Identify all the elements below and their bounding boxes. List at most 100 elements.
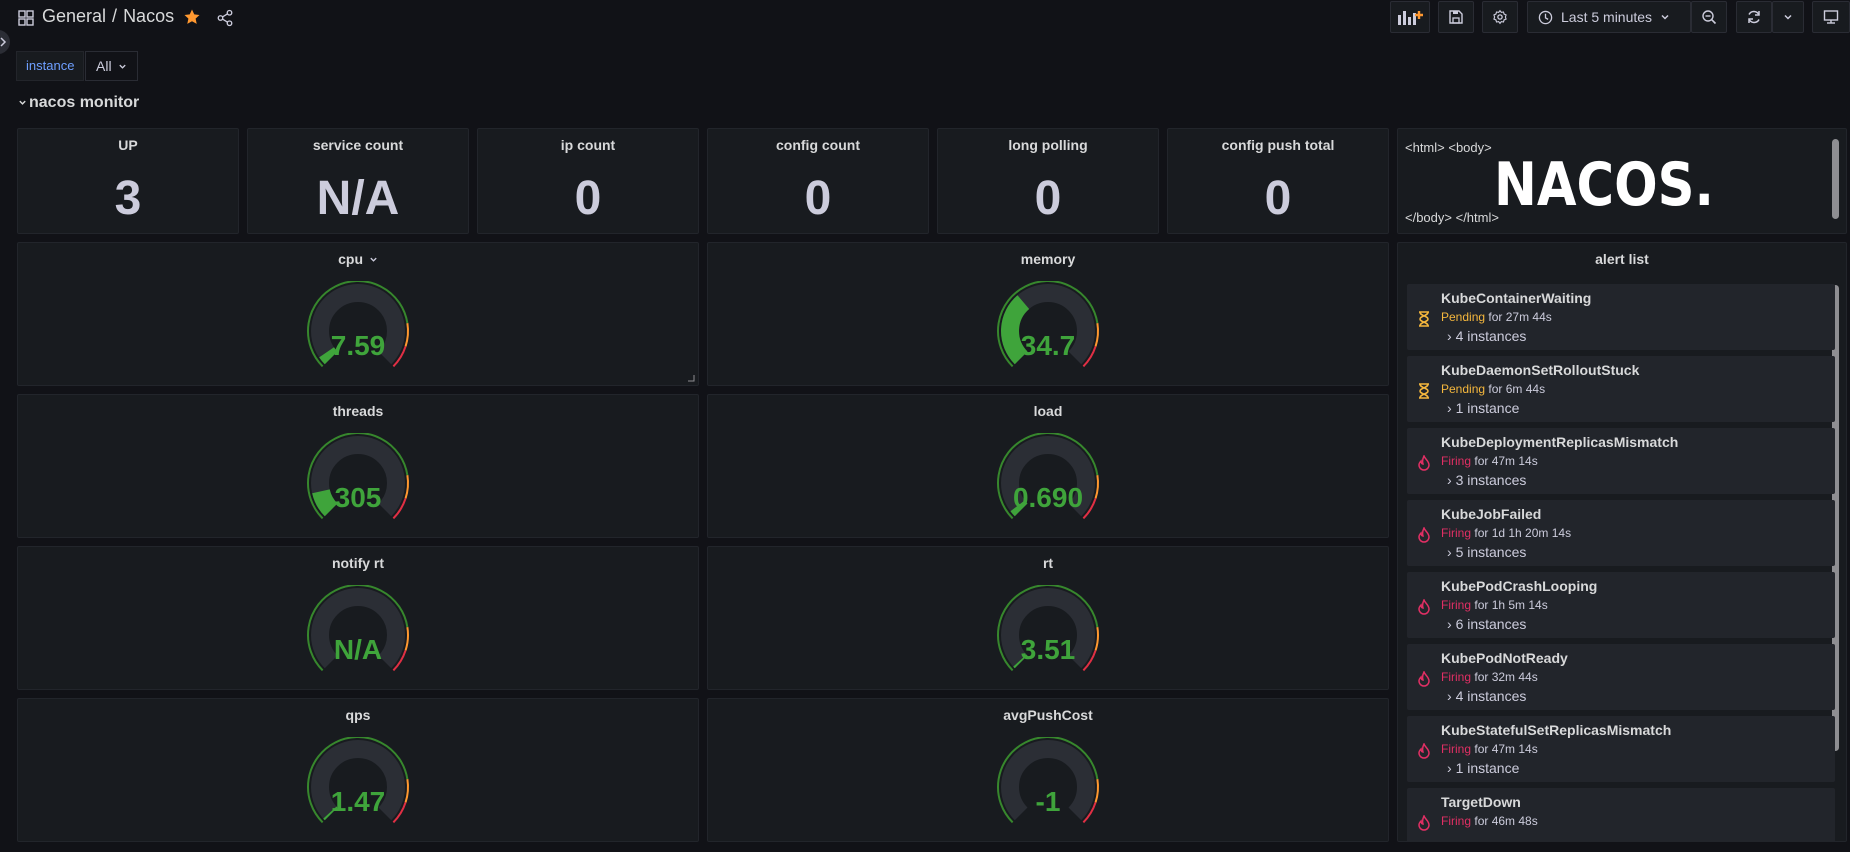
- stat-panel-service-count: service count N/A: [247, 128, 469, 234]
- gauge-memory: 34.7: [993, 280, 1103, 381]
- alert-name: TargetDown: [1441, 794, 1521, 810]
- alert-state-line: Firing for 47m 14s: [1441, 454, 1538, 468]
- gauge-threshold-arc-warning: [404, 475, 409, 499]
- variable-select-instance[interactable]: All: [85, 51, 139, 81]
- alert-instances-toggle[interactable]: › 6 instances: [1447, 616, 1526, 632]
- gauge-panel-threads: threads 305: [17, 394, 699, 538]
- alert-state-line: Firing for 1d 1h 20m 14s: [1441, 526, 1571, 540]
- alert-instances-toggle[interactable]: › 5 instances: [1447, 544, 1526, 560]
- breadcrumb: General / Nacos: [42, 6, 174, 27]
- alert-state-line: Pending for 6m 44s: [1441, 382, 1545, 396]
- alert-instances-toggle[interactable]: › 1 instance: [1447, 400, 1519, 416]
- panel-title[interactable]: alert list: [1398, 251, 1846, 267]
- resize-handle-icon[interactable]: [687, 374, 695, 382]
- alert-item[interactable]: KubeStatefulSetReplicasMismatch Firing f…: [1407, 716, 1835, 782]
- panel-title[interactable]: long polling: [938, 137, 1158, 153]
- gauge-panel-cpu: cpu 7.59: [17, 242, 699, 386]
- variable-value: All: [96, 58, 112, 74]
- chevron-right-icon: ›: [1447, 328, 1452, 344]
- chevron-right-icon: ›: [1447, 544, 1452, 560]
- stat-panel-config-push-total: config push total 0: [1167, 128, 1389, 234]
- alert-duration: for 47m 14s: [1474, 742, 1538, 756]
- alert-state: Pending: [1441, 310, 1486, 324]
- alert-instances-toggle[interactable]: › 4 instances: [1447, 688, 1526, 704]
- dashboards-grid-icon[interactable]: [18, 10, 34, 26]
- zoom-out-button[interactable]: [1691, 1, 1727, 33]
- nacos-logo: NACOS.: [1494, 155, 1714, 209]
- alert-item[interactable]: KubeDaemonSetRolloutStuck Pending for 6m…: [1407, 356, 1835, 422]
- alert-item[interactable]: KubeDeploymentReplicasMismatch Firing fo…: [1407, 428, 1835, 494]
- alert-name: KubeDeploymentReplicasMismatch: [1441, 434, 1679, 450]
- panel-title[interactable]: service count: [248, 137, 468, 153]
- panel-title[interactable]: threads: [18, 403, 698, 419]
- stat-value: 0: [574, 172, 602, 225]
- alert-instances-toggle[interactable]: › 1 instance: [1447, 760, 1519, 776]
- panel-title[interactable]: config count: [708, 137, 928, 153]
- tv-mode-button[interactable]: [1812, 1, 1850, 33]
- star-icon[interactable]: [183, 8, 201, 26]
- alert-instances-toggle[interactable]: › 4 instances: [1447, 328, 1526, 344]
- panel-title[interactable]: notify rt: [18, 555, 698, 571]
- panel-title[interactable]: memory: [708, 251, 1388, 267]
- gauge-value-text: 305: [335, 482, 382, 513]
- hourglass-icon: [1419, 311, 1429, 327]
- panel-title[interactable]: avgPushCost: [708, 707, 1388, 723]
- chevron-right-icon: ›: [1447, 472, 1452, 488]
- fire-icon: [1418, 599, 1430, 615]
- alert-item[interactable]: KubeContainerWaiting Pending for 27m 44s…: [1407, 284, 1835, 350]
- stat-panel-long-polling: long polling 0: [937, 128, 1159, 234]
- gauge-svg: 0.690: [997, 432, 1099, 520]
- refresh-button[interactable]: [1736, 1, 1772, 33]
- share-icon[interactable]: [216, 9, 234, 27]
- stat-value: 0: [1264, 172, 1292, 225]
- row-header-nacos-monitor[interactable]: nacos monitor: [18, 94, 139, 112]
- panel-title[interactable]: ip count: [478, 137, 698, 153]
- gauge-qps: 1.47: [303, 736, 413, 837]
- breadcrumb-dashboard-title[interactable]: Nacos: [123, 6, 174, 26]
- alert-instances: 6 instances: [1455, 616, 1527, 632]
- breadcrumb-folder-link[interactable]: General: [42, 6, 106, 26]
- save-dashboard-button[interactable]: [1438, 1, 1474, 33]
- chevron-down-icon[interactable]: [369, 255, 378, 264]
- panel-scrollbar[interactable]: [1832, 139, 1839, 219]
- alert-name: KubeJobFailed: [1441, 506, 1542, 522]
- panel-title[interactable]: UP: [18, 137, 238, 153]
- panel-title[interactable]: cpu: [18, 251, 698, 267]
- gauge-svg: 34.7: [997, 280, 1099, 368]
- gauge-threshold-arc-warning: [1094, 323, 1099, 347]
- alert-item[interactable]: KubePodCrashLooping Firing for 1h 5m 14s…: [1407, 572, 1835, 638]
- html-open-text: <html> <body>: [1405, 140, 1492, 155]
- stat-panel-config-count: config count 0: [707, 128, 929, 234]
- variable-label-instance: instance: [16, 51, 85, 81]
- panel-title[interactable]: qps: [18, 707, 698, 723]
- alert-name: KubeStatefulSetReplicasMismatch: [1441, 722, 1672, 738]
- chevron-down-icon: [19, 100, 26, 105]
- top-navbar: General / Nacos Last 5 minutes: [0, 0, 1850, 36]
- alert-instances-toggle[interactable]: › 3 instances: [1447, 472, 1526, 488]
- add-panel-button[interactable]: [1390, 1, 1430, 33]
- refresh-interval-dropdown[interactable]: [1772, 1, 1804, 33]
- alert-item[interactable]: TargetDown Firing for 46m 48s: [1407, 788, 1835, 841]
- stat-value: 0: [804, 172, 832, 225]
- alert-state: Firing: [1441, 742, 1472, 756]
- panel-title-text: cpu: [338, 251, 363, 267]
- alert-item[interactable]: KubeJobFailed Firing for 1d 1h 20m 14s ›…: [1407, 500, 1835, 566]
- gauge-threshold-arc-warning: [404, 323, 409, 347]
- panel-title[interactable]: config push total: [1168, 137, 1388, 153]
- panel-title[interactable]: rt: [708, 555, 1388, 571]
- html-close-text: </body> </html>: [1405, 210, 1499, 225]
- gauge-load: 0.690: [993, 432, 1103, 533]
- alert-instances: 4 instances: [1455, 328, 1527, 344]
- fire-icon: [1418, 815, 1430, 831]
- dashboard-settings-button[interactable]: [1482, 1, 1518, 33]
- panel-title[interactable]: load: [708, 403, 1388, 419]
- gauge-panel-memory: memory 34.7: [707, 242, 1389, 386]
- fire-icon: [1418, 743, 1430, 759]
- gauge-avg-push-cost: -1: [993, 736, 1103, 837]
- time-range-picker[interactable]: Last 5 minutes: [1527, 1, 1691, 33]
- gauge-threshold-arc-warning: [404, 627, 409, 651]
- stat-value: 3: [114, 172, 142, 225]
- alert-state: Firing: [1441, 670, 1472, 684]
- alert-item[interactable]: KubePodNotReady Firing for 32m 44s › 4 i…: [1407, 644, 1835, 710]
- alert-list-panel: alert list KubeContainerWaiting Pending …: [1397, 242, 1847, 842]
